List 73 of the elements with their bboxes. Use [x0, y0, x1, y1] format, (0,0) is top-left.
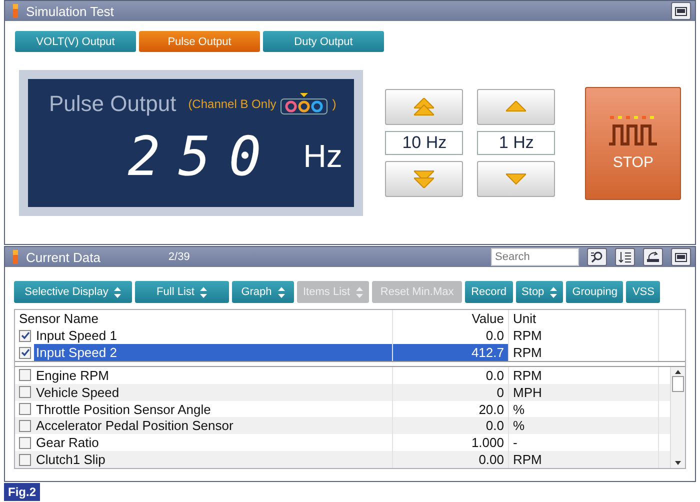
step-label: 10 Hz: [385, 131, 464, 155]
checkbox[interactable]: [19, 454, 31, 466]
channel-note: (Channel B Only: [188, 97, 276, 111]
toolbar-button[interactable]: VSS: [626, 281, 660, 303]
refresh-button[interactable]: [643, 248, 663, 266]
maximize-button[interactable]: [671, 2, 691, 20]
checkbox[interactable]: [19, 386, 31, 398]
decrease-button[interactable]: [477, 161, 556, 197]
checkbox[interactable]: [19, 436, 31, 449]
output-tab[interactable]: Pulse Output: [139, 31, 260, 52]
connector-icon: [280, 93, 328, 115]
sensor-name: Vehicle Speed: [35, 384, 120, 401]
checkbox[interactable]: [19, 346, 31, 358]
up-down-caret-icon: [356, 286, 364, 298]
item-count: 2/39: [168, 251, 190, 263]
panel-title: Simulation Test: [26, 4, 114, 18]
toolbar-button[interactable]: Selective Display: [14, 281, 132, 303]
toolbar-button[interactable]: Record: [465, 281, 513, 303]
checkbox[interactable]: [19, 403, 31, 416]
scroll-thumb[interactable]: [672, 376, 684, 392]
toolbar-button[interactable]: Full List: [135, 281, 229, 303]
sensor-name: Gear Ratio: [35, 434, 100, 452]
increase-button[interactable]: [477, 89, 556, 125]
double-up-arrow-icon: [414, 98, 434, 116]
value-cell: 0.00: [393, 451, 509, 468]
up-arrow-icon: [506, 101, 526, 113]
up-down-caret-icon: [114, 286, 122, 298]
refresh-icon: [646, 251, 660, 263]
value-cell: 412.7: [393, 344, 509, 361]
scrollbar[interactable]: [670, 367, 685, 468]
search-field[interactable]: Search: [491, 248, 579, 266]
down-arrow-icon: [506, 173, 526, 185]
search-button[interactable]: [587, 248, 607, 266]
maximize-button[interactable]: [671, 248, 691, 266]
step-label: 1 Hz: [477, 131, 556, 155]
figure-label: Fig.2: [4, 483, 40, 501]
scroll-up-icon[interactable]: [675, 370, 681, 374]
decrease-button[interactable]: [385, 161, 464, 197]
double-down-arrow-icon: [414, 170, 434, 188]
toolbar-button[interactable]: Grouping: [566, 281, 624, 303]
frequency-value: 250: [128, 125, 280, 188]
frequency-unit: Hz: [303, 138, 342, 175]
toolbar-button[interactable]: Graph: [232, 281, 294, 303]
list-sort-button[interactable]: [615, 248, 635, 266]
unit-cell: RPM: [509, 451, 659, 468]
toolbar-button[interactable]: Stop: [516, 281, 564, 303]
sensor-name: Input Speed 2: [34, 344, 392, 361]
sensor-name: Throttle Position Sensor Angle: [35, 400, 212, 418]
window-icon: [675, 252, 687, 262]
sensor-name: Clutch1 Slip: [35, 451, 106, 468]
output-tab[interactable]: VOLT(V) Output: [15, 31, 136, 52]
pulse-wave-icon: [608, 116, 658, 146]
bar-icon: [13, 4, 18, 18]
output-tab[interactable]: Duty Output: [263, 31, 384, 52]
sensor-name: Accelerator Pedal Position Sensor: [35, 417, 234, 434]
up-down-caret-icon: [278, 286, 285, 298]
checkbox[interactable]: [19, 420, 31, 432]
up-down-caret-icon: [550, 286, 558, 298]
stop-button[interactable]: STOP: [585, 86, 681, 200]
bar-icon: [13, 250, 18, 264]
increase-button[interactable]: [385, 89, 464, 125]
scroll-down-icon[interactable]: [675, 461, 681, 465]
channel-note: ): [332, 97, 336, 111]
window-icon: [675, 6, 687, 16]
sensor-name: Input Speed 1: [35, 327, 118, 344]
checkbox[interactable]: [19, 369, 31, 382]
panel-title: Current Data: [26, 250, 100, 264]
search-icon: [590, 251, 604, 263]
display-title: Pulse Output: [49, 91, 176, 117]
sort-list-icon: [618, 251, 632, 263]
sensor-name: Engine RPM: [35, 367, 110, 384]
checkbox[interactable]: [19, 330, 31, 342]
up-down-caret-icon: [200, 286, 208, 298]
